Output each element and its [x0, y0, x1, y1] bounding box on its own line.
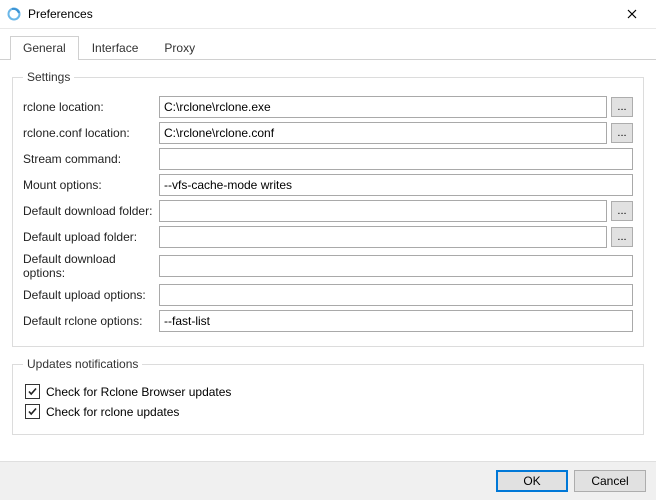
default-download-folder-input[interactable]	[159, 200, 607, 222]
title-bar: Preferences	[0, 0, 656, 29]
default-upload-folder-label: Default upload folder:	[23, 230, 155, 244]
settings-group: Settings rclone location: ... rclone.con…	[12, 70, 644, 347]
cancel-button[interactable]: Cancel	[574, 470, 646, 492]
default-upload-folder-input[interactable]	[159, 226, 607, 248]
default-rclone-options-input[interactable]	[159, 310, 633, 332]
ok-button[interactable]: OK	[496, 470, 568, 492]
default-download-options-label: Default download options:	[23, 252, 155, 280]
close-icon	[627, 9, 637, 19]
updates-group: Updates notifications Check for Rclone B…	[12, 357, 644, 435]
tab-proxy[interactable]: Proxy	[151, 36, 208, 60]
stream-command-label: Stream command:	[23, 152, 155, 166]
mount-options-input[interactable]	[159, 174, 633, 196]
default-download-folder-label: Default download folder:	[23, 204, 155, 218]
default-download-folder-browse-button[interactable]: ...	[611, 201, 633, 221]
rclone-location-label: rclone location:	[23, 100, 155, 114]
check-rclone-updates-label: Check for rclone updates	[46, 405, 179, 419]
default-download-options-input[interactable]	[159, 255, 633, 277]
default-upload-options-label: Default upload options:	[23, 288, 155, 302]
tab-bar: General Interface Proxy	[0, 29, 656, 60]
rclone-location-input[interactable]	[159, 96, 607, 118]
default-upload-folder-browse-button[interactable]: ...	[611, 227, 633, 247]
check-browser-updates-checkbox[interactable]	[25, 384, 40, 399]
updates-legend: Updates notifications	[23, 357, 142, 371]
default-rclone-options-label: Default rclone options:	[23, 314, 155, 328]
default-upload-options-input[interactable]	[159, 284, 633, 306]
app-icon	[6, 6, 22, 22]
window-title: Preferences	[28, 7, 93, 21]
tab-interface[interactable]: Interface	[79, 36, 152, 60]
rclone-conf-label: rclone.conf location:	[23, 126, 155, 140]
settings-legend: Settings	[23, 70, 74, 84]
check-browser-updates-label: Check for Rclone Browser updates	[46, 385, 231, 399]
rclone-conf-browse-button[interactable]: ...	[611, 123, 633, 143]
checkmark-icon	[27, 406, 38, 417]
rclone-location-browse-button[interactable]: ...	[611, 97, 633, 117]
stream-command-input[interactable]	[159, 148, 633, 170]
content-area: Settings rclone location: ... rclone.con…	[0, 60, 656, 455]
checkmark-icon	[27, 386, 38, 397]
tab-general[interactable]: General	[10, 36, 79, 60]
close-button[interactable]	[612, 0, 652, 28]
dialog-footer: OK Cancel	[0, 461, 656, 500]
mount-options-label: Mount options:	[23, 178, 155, 192]
rclone-conf-input[interactable]	[159, 122, 607, 144]
check-rclone-updates-checkbox[interactable]	[25, 404, 40, 419]
